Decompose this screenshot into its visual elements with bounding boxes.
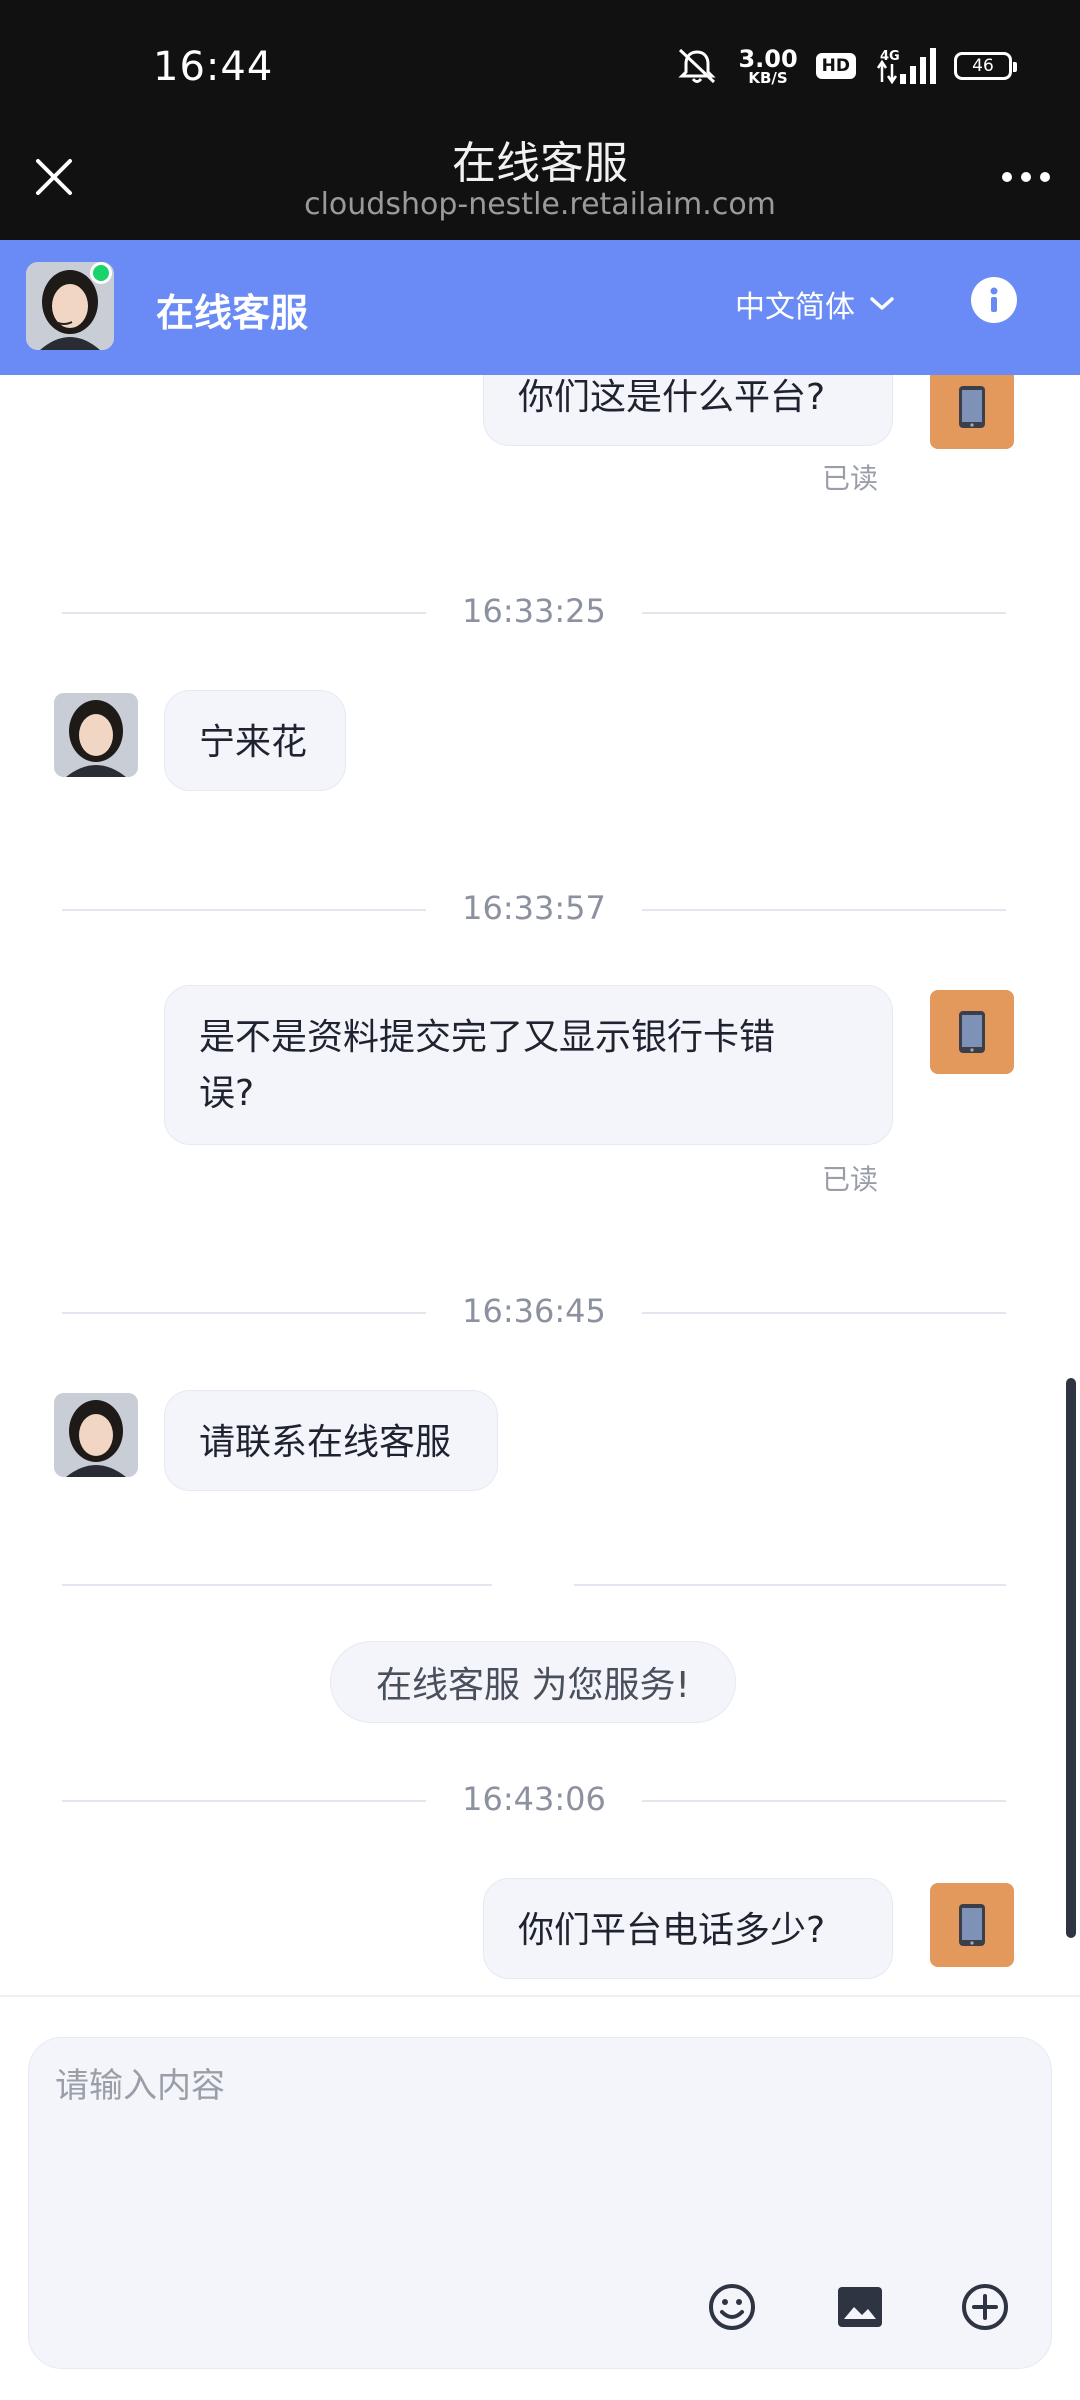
user-avatar [930, 375, 1014, 449]
time-divider: 16:36:45 [62, 1292, 1006, 1332]
browser-header: 在线客服 cloudshop-nestle.retailaim.com [0, 135, 1080, 240]
net-speed: 3.00 KB/S [738, 47, 797, 86]
time-divider: 16:43:06 [62, 1780, 1006, 1820]
agent-portrait-icon [54, 1393, 138, 1477]
user-avatar [930, 990, 1014, 1074]
status-time: 16:44 [153, 44, 274, 90]
scrollbar[interactable] [1066, 1378, 1076, 1938]
composer [0, 1995, 1080, 2400]
chat-messages[interactable]: 你们这是什么平台? 已读 16:33:25 宁来花 16:33:57 是不是资料… [0, 375, 1080, 1995]
agent-message-bubble: 宁来花 [164, 690, 346, 791]
chat-page: 16:44 3.00 KB/S HD 4G 46 在线客服 cloudshop-… [0, 0, 1080, 2400]
agent-avatar [54, 1393, 138, 1477]
message-text: 宁来花 [199, 722, 308, 763]
phone-icon [959, 1904, 985, 1946]
agent-message-bubble: 请联系在线客服 [164, 1390, 498, 1491]
net-speed-unit: KB/S [748, 68, 788, 87]
info-button[interactable] [971, 277, 1017, 323]
user-message-bubble: 你们这是什么平台? [483, 375, 893, 446]
info-icon [990, 287, 998, 312]
read-receipt: 已读 [821, 462, 878, 495]
agent-avatar [54, 693, 138, 777]
browser-title: 在线客服 [452, 138, 628, 189]
time-divider: 16:33:25 [62, 592, 1006, 632]
language-label: 中文简体 [735, 290, 855, 325]
message-input-box [28, 2037, 1052, 2369]
emoji-button[interactable] [701, 2276, 763, 2338]
read-receipt: 已读 [821, 1163, 878, 1196]
timestamp: 16:33:57 [462, 889, 606, 927]
status-icons: 3.00 KB/S HD 4G 46 [674, 44, 1017, 88]
message-text-line: 误? [199, 1073, 255, 1114]
online-status-dot [90, 262, 112, 284]
timestamp: 16:33:25 [462, 592, 606, 630]
message-input[interactable] [55, 2058, 1015, 2218]
more-icon-dot [1021, 172, 1031, 182]
net-speed-value: 3.00 [738, 44, 798, 73]
chat-title: 在线客服 [156, 291, 309, 335]
divider [62, 1564, 1006, 1604]
language-select[interactable]: 中文简体 [735, 282, 895, 326]
status-bar: 16:44 3.00 KB/S HD 4G 46 [0, 0, 1080, 135]
hd-badge: HD [815, 53, 856, 79]
message-text: 你们平台电话多少? [518, 1910, 826, 1951]
system-message: 在线客服 为您服务! [330, 1641, 736, 1723]
chat-header: 在线客服 中文简体 [0, 240, 1080, 375]
phone-icon [959, 386, 985, 428]
user-avatar [930, 1883, 1014, 1967]
more-button[interactable] [994, 157, 1058, 197]
browser-url: cloudshop-nestle.retailaim.com [304, 187, 776, 222]
message-text: 你们这是什么平台? [518, 377, 826, 418]
timestamp: 16:43:06 [462, 1780, 606, 1818]
message-text: 请联系在线客服 [199, 1422, 452, 1463]
signal-icon: 4G [876, 48, 936, 85]
image-icon [838, 2287, 882, 2327]
mute-bell-icon [678, 48, 717, 84]
emoji-icon [709, 2284, 755, 2330]
battery-indicator: 46 [954, 52, 1017, 80]
more-icon [1002, 172, 1012, 182]
chevron-down-icon [870, 297, 894, 310]
battery-level: 46 [972, 56, 994, 76]
user-message-bubble: 是不是资料提交完了又显示银行卡错 误? [164, 985, 893, 1145]
user-message-bubble: 你们平台电话多少? [483, 1878, 893, 1979]
time-divider: 16:33:57 [62, 889, 1006, 929]
timestamp: 16:36:45 [462, 1292, 606, 1330]
phone-icon [959, 1011, 985, 1053]
add-circle-icon [962, 2284, 1008, 2330]
add-button[interactable] [954, 2276, 1016, 2338]
more-icon-dot [1040, 172, 1050, 182]
agent-portrait-icon [54, 693, 138, 777]
message-text-line: 是不是资料提交完了又显示银行卡错 [199, 1017, 776, 1058]
image-button[interactable] [829, 2276, 891, 2338]
